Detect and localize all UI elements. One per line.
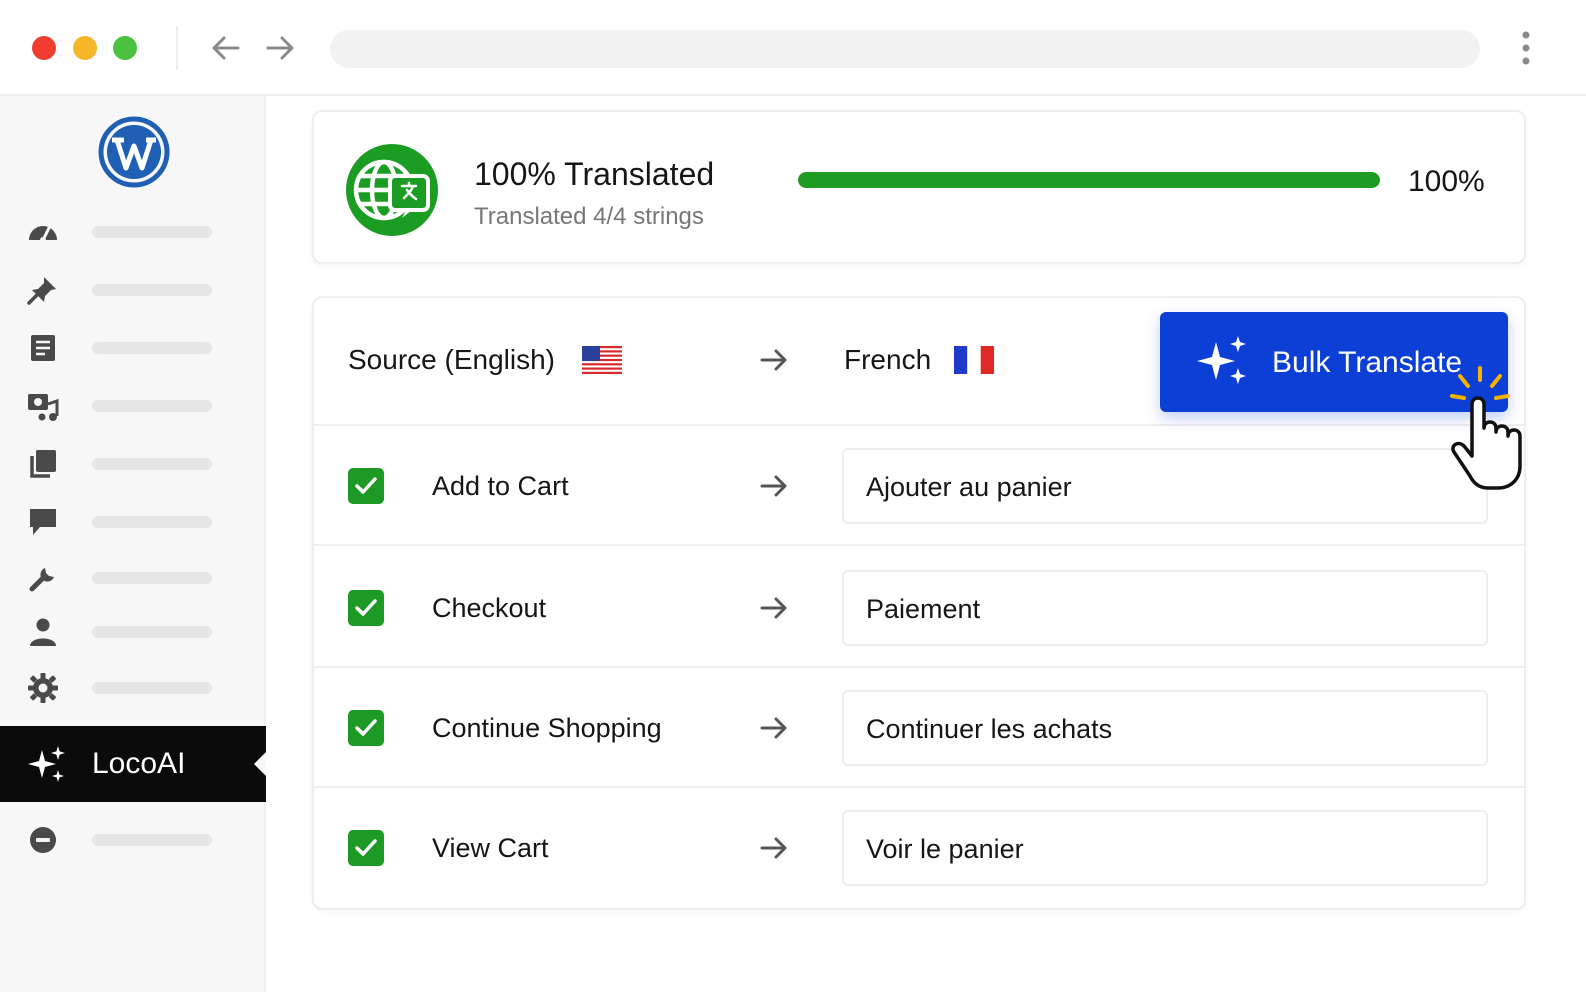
row-checkbox[interactable] [348, 590, 384, 626]
sidebar-item-collapse[interactable] [0, 820, 264, 860]
settings-icon [28, 673, 58, 703]
sidebar-item-placeholder [92, 834, 212, 846]
arrow-right-icon [760, 837, 787, 859]
progress-bar [798, 172, 1380, 188]
pointer-hand-icon [1450, 366, 1522, 490]
browser-toolbar [0, 0, 1586, 96]
arrow-right-icon [760, 349, 787, 371]
sidebar-item-placeholder [92, 226, 212, 238]
back-button[interactable] [208, 30, 244, 66]
progress-subtitle: Translated 4/4 strings [474, 203, 704, 230]
sidebar-item-placeholder [92, 284, 212, 296]
translation-text: Continuer les achats [866, 714, 1113, 744]
sidebar-item-pages[interactable] [0, 328, 264, 368]
translation-row: View Cart Voir le panier [314, 788, 1524, 908]
sidebar-item-label: LocoAI [92, 747, 186, 780]
target-language-label: French [844, 344, 932, 375]
sidebar-item-settings[interactable] [0, 668, 264, 708]
sidebar-item-users[interactable] [0, 612, 264, 652]
translation-text: Ajouter au panier [866, 472, 1072, 502]
checkmark-icon [355, 839, 377, 856]
tools-icon [29, 568, 54, 592]
translation-field[interactable]: Paiement [842, 570, 1488, 646]
arrow-right-icon [760, 717, 787, 739]
sidebar-item-copy[interactable] [0, 444, 264, 484]
sidebar-item-dashboard[interactable] [0, 212, 264, 252]
translate-globe-icon [346, 144, 438, 236]
us-flag-icon [582, 346, 622, 374]
france-flag-icon [954, 346, 994, 374]
translation-field[interactable]: Voir le panier [842, 810, 1488, 886]
progress-percent: 100% [1408, 165, 1485, 198]
sidebar-item-placeholder [92, 572, 212, 584]
translation-text: Paiement [866, 594, 981, 624]
source-language-label: Source (English) [348, 344, 555, 375]
close-window-button[interactable] [32, 36, 56, 60]
wordpress-logo-icon[interactable] [98, 116, 170, 188]
row-checkbox[interactable] [348, 830, 384, 866]
forward-button[interactable] [262, 30, 298, 66]
pin-icon [27, 277, 56, 305]
arrow-left-icon [212, 36, 240, 60]
copy-icon [30, 450, 56, 478]
arrow-right-icon [266, 36, 294, 60]
checkmark-icon [355, 599, 377, 616]
translation-row: Add to Cart Ajouter au panier [314, 426, 1524, 546]
address-bar[interactable] [330, 30, 1480, 68]
row-checkbox[interactable] [348, 468, 384, 504]
bulk-translate-label: Bulk Translate [1272, 346, 1463, 379]
sidebar-item-placeholder [92, 400, 212, 412]
dashboard-icon [29, 226, 57, 243]
sidebar-item-posts[interactable] [0, 270, 264, 310]
sidebar-item-locoai[interactable]: LocoAI [0, 726, 266, 802]
checkmark-icon [355, 719, 377, 736]
sparkle-icon [28, 746, 65, 782]
source-string: Add to Cart [432, 471, 569, 501]
translation-row: Checkout Paiement [314, 548, 1524, 668]
translation-header: Source (English) French Bulk Translate [314, 298, 1524, 426]
progress-bar-fill [798, 172, 1380, 188]
translation-text: Voir le panier [866, 834, 1024, 864]
row-checkbox[interactable] [348, 710, 384, 746]
translation-row: Continue Shopping Continuer les achats [314, 668, 1524, 788]
source-string: View Cart [432, 833, 549, 863]
checkmark-icon [355, 477, 377, 494]
minimize-window-button[interactable] [73, 36, 97, 60]
translation-field[interactable]: Continuer les achats [842, 690, 1488, 766]
toolbar-divider [176, 26, 178, 70]
maximize-window-button[interactable] [113, 36, 137, 60]
sidebar-item-placeholder [92, 682, 212, 694]
translation-field[interactable]: Ajouter au panier [842, 448, 1488, 524]
sidebar-item-media[interactable] [0, 386, 264, 426]
sidebar-item-comments[interactable] [0, 502, 264, 542]
progress-title: 100% Translated [474, 156, 715, 192]
more-options-button[interactable] [1512, 30, 1540, 68]
pages-icon [31, 335, 55, 361]
sidebar-item-placeholder [92, 626, 212, 638]
translation-table-card: Source (English) French Bulk Translate A… [312, 296, 1526, 910]
arrow-right-icon [760, 597, 787, 619]
arrow-right-icon [760, 475, 787, 497]
media-icon [28, 394, 59, 421]
sidebar-item-placeholder [92, 342, 212, 354]
source-string: Continue Shopping [432, 713, 662, 743]
active-indicator [254, 752, 266, 776]
sidebar-item-placeholder [92, 516, 212, 528]
user-icon [30, 618, 56, 646]
sidebar-item-placeholder [92, 458, 212, 470]
sidebar-item-tools[interactable] [0, 558, 264, 598]
source-string: Checkout [432, 593, 547, 623]
sparkle-icon [1197, 336, 1246, 384]
translation-progress-card: 100% Translated Translated 4/4 strings 1… [312, 110, 1526, 264]
collapse-icon [30, 827, 56, 853]
kebab-menu-icon [1522, 31, 1530, 65]
comments-icon [30, 509, 56, 535]
